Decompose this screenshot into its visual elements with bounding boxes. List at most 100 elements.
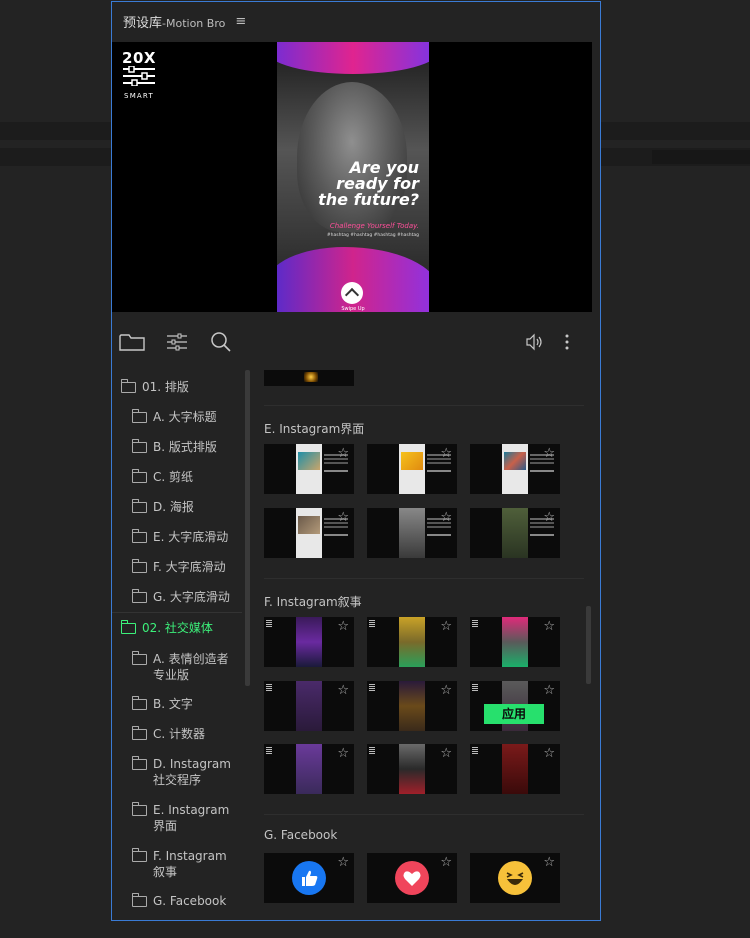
thumbnail-menu xyxy=(472,620,478,621)
star-outline-icon[interactable]: ☆ xyxy=(543,683,555,698)
tree-item-social-media[interactable]: 02. 社交媒体 xyxy=(121,620,213,636)
background-bar xyxy=(652,150,750,164)
tree-item[interactable]: E. Instagram界面 xyxy=(132,802,232,834)
star-outline-icon[interactable]: ☆ xyxy=(440,855,452,870)
preset-thumbnail[interactable]: ☆ xyxy=(264,617,354,667)
folder-icon xyxy=(121,620,136,634)
preset-thumbnail[interactable]: ☆ xyxy=(367,444,457,494)
star-outline-icon[interactable]: ☆ xyxy=(543,510,555,525)
star-outline-icon[interactable]: ☆ xyxy=(440,619,452,634)
preset-thumbnail[interactable]: ☆ xyxy=(264,508,354,558)
tree-item[interactable]: C. 计数器 xyxy=(132,726,205,742)
swipe-label: Swipe Up xyxy=(341,306,365,312)
thumbnail-menu xyxy=(369,684,375,685)
sidebar-scrollbar[interactable] xyxy=(245,370,250,686)
star-outline-icon[interactable]: ☆ xyxy=(337,683,349,698)
preview-area: 20X SMART Are you ready for the future? … xyxy=(112,42,592,312)
thumbnail-image xyxy=(296,744,322,794)
logo: 20X SMART xyxy=(121,50,157,100)
tree-item[interactable]: G. 大字底滑动 xyxy=(132,589,230,605)
tree-item[interactable]: B. 文字 xyxy=(132,696,193,712)
thumbnail-image xyxy=(399,681,425,731)
tree-item[interactable]: F. 大字底滑动 xyxy=(132,559,226,575)
thumbnail-image xyxy=(502,744,528,794)
preset-thumbnail[interactable]: ☆ xyxy=(470,617,560,667)
star-outline-icon[interactable]: ☆ xyxy=(440,446,452,461)
preset-thumbnail[interactable]: ☆ xyxy=(367,617,457,667)
preset-thumbnail[interactable]: ☆ xyxy=(367,681,457,731)
panel-subtitle: -Motion Bro xyxy=(162,16,226,30)
preset-thumbnail[interactable]: ☆ xyxy=(264,444,354,494)
star-outline-icon[interactable]: ☆ xyxy=(440,510,452,525)
content-scrollbar[interactable] xyxy=(586,606,591,684)
star-outline-icon[interactable]: ☆ xyxy=(543,855,555,870)
star-outline-icon[interactable]: ☆ xyxy=(337,510,349,525)
toolbar xyxy=(112,322,600,362)
star-outline-icon[interactable]: ☆ xyxy=(337,446,349,461)
star-outline-icon[interactable]: ☆ xyxy=(440,683,452,698)
folder-icon xyxy=(132,559,147,573)
folder-icon xyxy=(132,802,147,816)
folder-icon xyxy=(132,469,147,483)
section-title: G. Facebook xyxy=(264,828,338,842)
search-icon[interactable] xyxy=(208,330,234,354)
presets-panel: 预设库-Motion Bro ≡ 20X SMART Are you ready… xyxy=(111,1,601,921)
apply-button[interactable]: 应用 xyxy=(484,704,544,724)
laugh-icon xyxy=(498,861,532,895)
folder-icon xyxy=(132,439,147,453)
tree-item-typography[interactable]: 01. 排版 xyxy=(121,379,189,395)
thumbnail-image xyxy=(296,508,322,558)
folder-icon xyxy=(132,589,147,603)
folder-icon xyxy=(132,499,147,513)
folder-icon[interactable] xyxy=(119,330,145,354)
preset-thumbnail[interactable]: ☆ xyxy=(367,744,457,794)
sliders-icon[interactable] xyxy=(164,330,190,354)
tree-item[interactable]: D. Instagram社交程序 xyxy=(132,756,238,788)
preset-thumbnail[interactable]: ☆ xyxy=(470,853,560,903)
section-divider xyxy=(264,578,584,579)
star-outline-icon[interactable]: ☆ xyxy=(543,619,555,634)
thumbnail-image xyxy=(399,744,425,794)
star-outline-icon[interactable]: ☆ xyxy=(337,746,349,761)
preset-thumbnail[interactable]: ☆ xyxy=(264,744,354,794)
portrait-photo xyxy=(297,82,407,232)
hamburger-icon[interactable]: ≡ xyxy=(235,14,246,29)
star-outline-icon[interactable]: ☆ xyxy=(440,746,452,761)
logo-subtext: SMART xyxy=(124,92,154,100)
section-divider xyxy=(264,405,584,406)
thumbnail-image xyxy=(296,444,322,494)
thumbnail-image xyxy=(399,508,425,558)
preset-thumbnail[interactable]: ☆ 应用 xyxy=(470,681,560,731)
swipe-up-icon xyxy=(341,282,363,304)
tree-item[interactable]: C. 剪纸 xyxy=(132,469,193,485)
star-outline-icon[interactable]: ☆ xyxy=(543,446,555,461)
more-vertical-icon[interactable] xyxy=(554,330,580,354)
section-divider xyxy=(264,814,584,815)
preset-thumbnail[interactable]: ☆ xyxy=(367,853,457,903)
logo-text: 20X xyxy=(122,49,156,67)
tree-item[interactable]: F. Instagram叙事 xyxy=(132,848,232,880)
preset-thumbnail[interactable]: ☆ xyxy=(264,681,354,731)
tree-divider xyxy=(112,612,242,613)
preset-thumbnail[interactable] xyxy=(264,370,354,386)
thumbnail-menu xyxy=(369,747,375,748)
tree-item[interactable]: E. 大字底滑动 xyxy=(132,529,228,545)
preset-thumbnail[interactable]: ☆ xyxy=(264,853,354,903)
tree-item[interactable]: A. 表情创造者专业版 xyxy=(132,651,238,683)
preset-thumbnail[interactable]: ☆ xyxy=(470,744,560,794)
thumbnail-image xyxy=(296,617,322,667)
star-outline-icon[interactable]: ☆ xyxy=(543,746,555,761)
tree-item[interactable]: A. 大字标题 xyxy=(132,409,217,425)
preset-thumbnail[interactable]: ☆ xyxy=(470,508,560,558)
thumbnail-menu xyxy=(472,684,478,685)
volume-icon[interactable] xyxy=(522,330,548,354)
star-outline-icon[interactable]: ☆ xyxy=(337,619,349,634)
tree-item[interactable]: B. 版式排版 xyxy=(132,439,217,455)
story-headline: Are you ready for the future? xyxy=(318,158,419,209)
star-outline-icon[interactable]: ☆ xyxy=(337,855,349,870)
thumbnail-menu xyxy=(369,620,375,621)
preset-thumbnail[interactable]: ☆ xyxy=(367,508,457,558)
tree-item[interactable]: D. 海报 xyxy=(132,499,194,515)
tree-item[interactable]: G. Facebook xyxy=(132,893,226,909)
preset-thumbnail[interactable]: ☆ xyxy=(470,444,560,494)
